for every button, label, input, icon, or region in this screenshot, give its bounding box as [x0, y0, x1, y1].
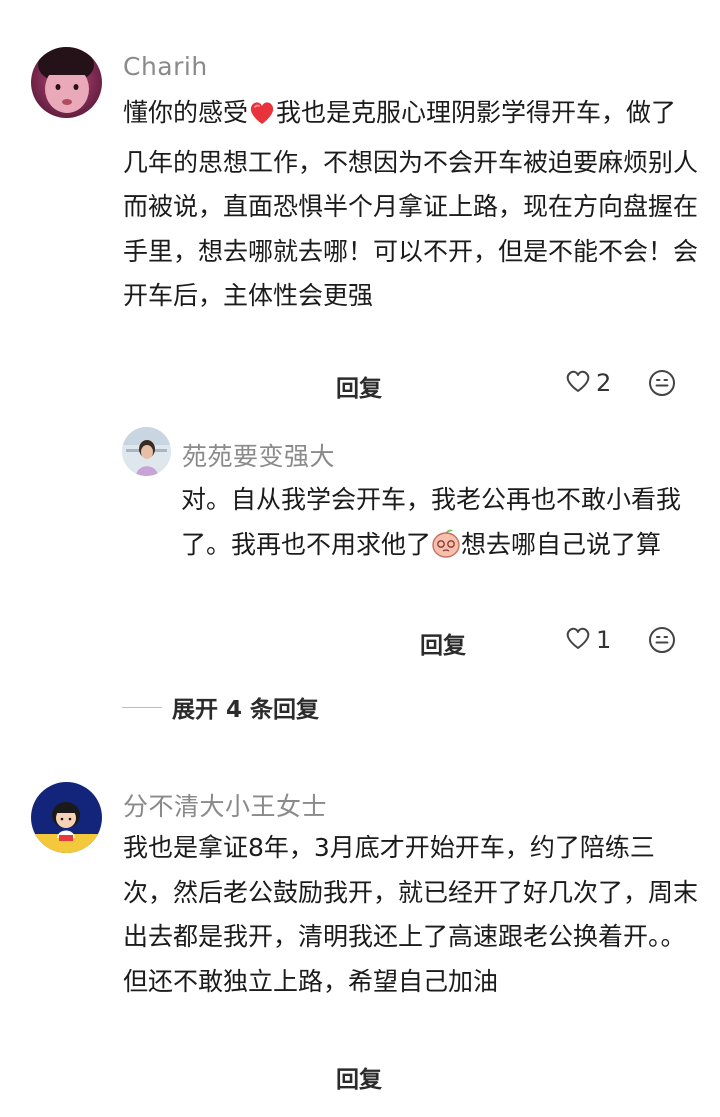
comment-text: 我也是拿证8年，3月底才开始开车，约了陪练三次，然后老公鼓励我开，就已经开了好几… [123, 833, 699, 996]
avatar[interactable] [31, 47, 102, 118]
reply-button[interactable]: 回复 [420, 626, 466, 660]
red-heart-emoji-icon [248, 96, 276, 141]
smiley-icon[interactable] [648, 369, 676, 401]
reply-button[interactable]: 回复 [336, 369, 382, 403]
expand-replies[interactable]: 展开 4 条回复 [122, 690, 319, 724]
like-button[interactable]: 2 [564, 368, 611, 398]
expand-replies-label: 展开 4 条回复 [172, 697, 320, 723]
reply-avatar[interactable] [122, 427, 171, 476]
reply-text-part2: 想去哪自己说了算 [461, 529, 662, 559]
comment-username[interactable]: 分不清大小王女士 [123, 787, 327, 823]
reply-button[interactable]: 回复 [336, 1060, 382, 1094]
like-count: 2 [596, 369, 612, 397]
heart-outline-icon [564, 368, 592, 398]
divider [122, 706, 162, 708]
peach-emoji-icon [431, 528, 461, 573]
comment-text: 懂你的感受 我也是克服心理阴影学得开车，做了几年的思想工作，不想因为不会开车被迫要… [123, 91, 698, 319]
reply-text: 对。自从我学会开车，我老公再也不敢小看我了。我再也不用求他了 想去哪自己说了算 [181, 478, 693, 572]
reply-username[interactable]: 苑苑要变强大 [182, 437, 335, 473]
comment-text-part1: 懂你的感受 [123, 98, 249, 127]
like-count: 1 [596, 626, 612, 654]
heart-outline-icon [564, 625, 592, 655]
comment-text-part2: 我也是克服心理阴影学得开车，做了几年的思想工作，不想因为不会开车被迫要麻烦别人而… [123, 98, 699, 310]
comment-username[interactable]: Charih [123, 52, 208, 81]
avatar[interactable] [31, 782, 102, 853]
smiley-icon[interactable] [648, 626, 676, 658]
like-button[interactable]: 1 [564, 625, 611, 655]
